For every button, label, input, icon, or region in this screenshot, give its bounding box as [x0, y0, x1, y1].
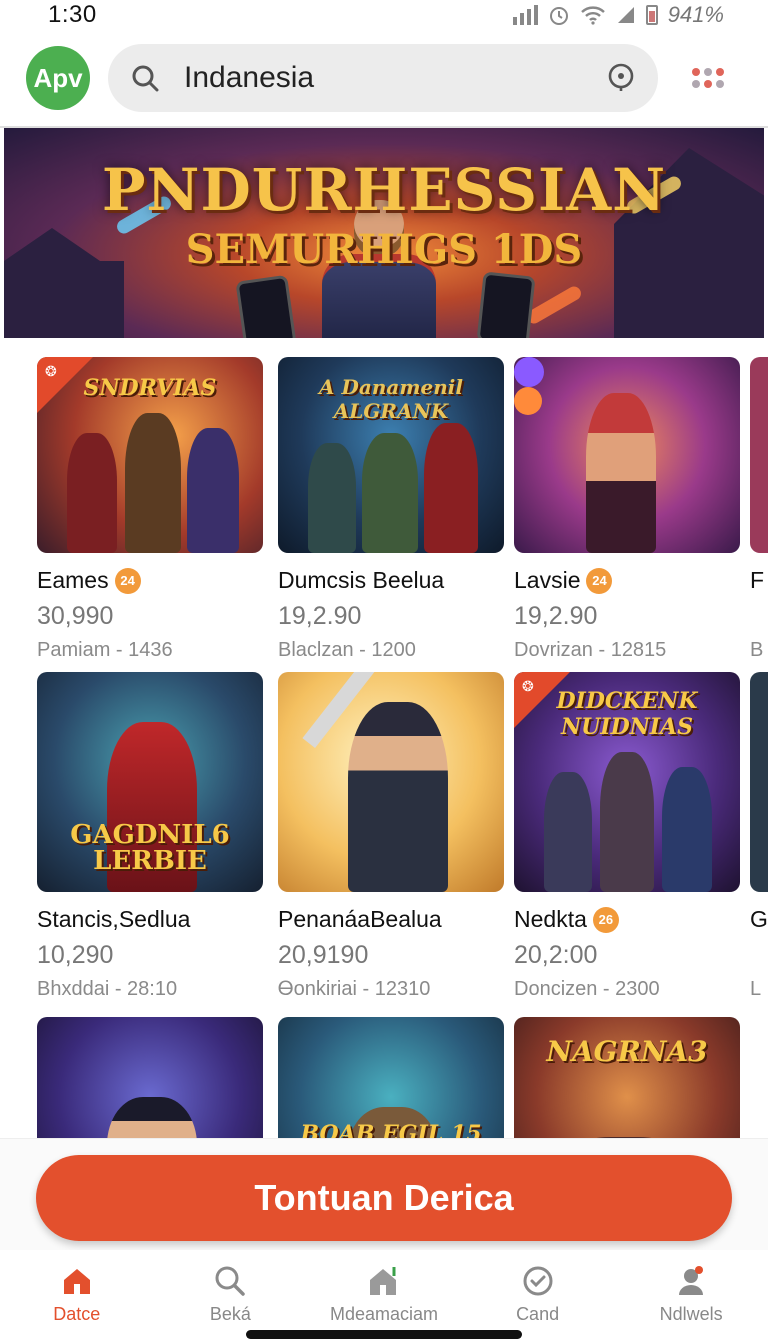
game-thumbnail[interactable]: NAGRNA3 — [514, 1017, 740, 1140]
nav-label: Beká — [209, 1304, 251, 1324]
game-thumbnail[interactable]: SNDRVIAS ❂ — [37, 357, 263, 553]
game-title: Dumcsis Beelua — [278, 567, 445, 593]
game-title: F — [750, 567, 765, 593]
battery-percent: 941% — [667, 2, 724, 27]
more-menu-icon[interactable] — [692, 62, 724, 94]
game-meta: Pamiam - 1436 — [37, 639, 173, 661]
game-title: Eames — [37, 567, 109, 593]
rating-badge: 24 — [586, 567, 613, 594]
game-title: Lavsie — [514, 567, 581, 593]
game-thumbnail[interactable] — [37, 1017, 263, 1140]
game-card[interactable] — [37, 1017, 263, 1140]
game-card[interactable]: GAGDNIL6 LERBIE Stancis,Sedlua 10,290 Bh… — [37, 672, 263, 1001]
game-grid: SNDRVIAS ❂ Eames 24 30,990 Pamiam - 1436 … — [0, 340, 768, 1140]
primary-cta-button[interactable]: Tontuan Derica — [36, 1155, 732, 1241]
nav-item-home[interactable]: Datce — [0, 1250, 154, 1344]
banner-phone-right — [476, 271, 536, 338]
thumbnail-title: GAGDNIL6 LERBIE — [70, 820, 230, 876]
game-title: Stancis,Sedlua — [37, 906, 191, 932]
game-meta: Ꮎonkiriai - 12310 — [278, 978, 431, 1000]
game-card-partial[interactable]: F B — [750, 357, 768, 662]
game-card[interactable]: Lavsie 24 19,2.90 Dovrizan - 12815 — [514, 357, 740, 662]
game-title: Nedkta — [514, 906, 587, 932]
avatar[interactable]: Apv — [26, 46, 90, 110]
game-price: 10,290 — [37, 941, 114, 969]
search-input[interactable] — [184, 61, 606, 95]
hot-badge: ❂ — [514, 672, 570, 728]
search-bar[interactable] — [108, 44, 658, 112]
game-card[interactable]: NAGRNA3 — [514, 1017, 740, 1140]
rating-badge: 24 — [114, 567, 141, 594]
thumbnail-title: A Danamenil ALGRANK — [319, 375, 463, 423]
banner-title: PNDURHESSIAN — [101, 156, 667, 224]
nav-label: Ndlwels — [659, 1304, 723, 1324]
banner-subtitle: SEMURHIGS 1DS — [185, 226, 583, 273]
profile-icon — [674, 1264, 708, 1298]
cta-bar: Tontuan Derica — [0, 1138, 768, 1250]
app-header: Apv — [0, 38, 768, 118]
game-price: 20,2:00 — [514, 941, 598, 969]
game-thumbnail[interactable]: DIDCKENK NUIDNIAS ❂ — [514, 672, 740, 892]
status-icons: 941% — [512, 2, 724, 28]
game-price: 19,2.90 — [514, 602, 598, 630]
home-icon — [60, 1264, 94, 1298]
game-meta: L — [750, 978, 762, 1000]
game-meta: Doncizen - 2300 — [514, 978, 660, 1000]
game-card[interactable]: PenanáaBealua 20,9190 Ꮎonkiriai - 12310 — [278, 672, 504, 1001]
home-indicator[interactable] — [246, 1330, 522, 1339]
game-meta: Dovrizan - 12815 — [514, 639, 667, 661]
alarm-icon — [549, 7, 568, 25]
clock-check-icon — [521, 1264, 555, 1298]
game-meta: B — [750, 639, 764, 661]
search-icon — [213, 1264, 247, 1298]
cell-signal-icon — [617, 7, 634, 23]
nav-item-profile[interactable]: Ndlwels — [614, 1250, 768, 1344]
game-thumbnail[interactable] — [514, 357, 740, 553]
game-thumbnail[interactable] — [278, 672, 504, 892]
battery-icon — [645, 5, 658, 25]
store-icon — [367, 1264, 401, 1298]
game-price: 19,2.90 — [278, 602, 362, 630]
status-bar: 1:30 941% — [0, 0, 768, 30]
signal-icon — [512, 5, 538, 25]
location-icon[interactable] — [606, 63, 636, 93]
game-title: PenanáaBealua — [278, 906, 442, 932]
status-time: 1:30 — [48, 1, 97, 28]
game-card[interactable]: BOAB EGIL 15 — [278, 1017, 504, 1140]
banner-phone-left — [235, 274, 297, 338]
nav-label: Cand — [516, 1304, 560, 1324]
wifi-icon — [580, 6, 605, 25]
game-price: 30,990 — [37, 602, 114, 630]
nav-label: Datce — [53, 1304, 101, 1324]
game-price: 20,9190 — [278, 941, 369, 969]
game-card[interactable]: DIDCKENK NUIDNIAS ❂ Nedkta 26 20,2:00 Don… — [514, 672, 740, 1001]
rating-badge: 26 — [592, 906, 619, 933]
search-icon[interactable] — [130, 63, 160, 93]
promo-banner[interactable]: PNDURHESSIAN SEMURHIGS 1DS — [4, 128, 764, 338]
hot-badge: ❂ — [37, 357, 93, 413]
game-meta: Bhxddai - 28:10 — [37, 978, 178, 1000]
nav-label: Mdeamaciam — [329, 1304, 438, 1324]
game-card-partial[interactable]: G L — [750, 672, 768, 1001]
thumbnail-title: NAGRNA3 — [546, 1035, 708, 1068]
game-thumbnail[interactable]: BOAB EGIL 15 — [278, 1017, 504, 1140]
game-thumbnail[interactable]: A Danamenil ALGRANK — [278, 357, 504, 553]
game-meta: Blaclzan - 1200 — [278, 639, 416, 661]
game-card[interactable]: A Danamenil ALGRANK Dumcsis Beelua 19,2.… — [278, 357, 504, 662]
game-title: G — [750, 906, 768, 932]
game-thumbnail[interactable]: GAGDNIL6 LERBIE — [37, 672, 263, 892]
game-card[interactable]: SNDRVIAS ❂ Eames 24 30,990 Pamiam - 1436 — [37, 357, 263, 662]
